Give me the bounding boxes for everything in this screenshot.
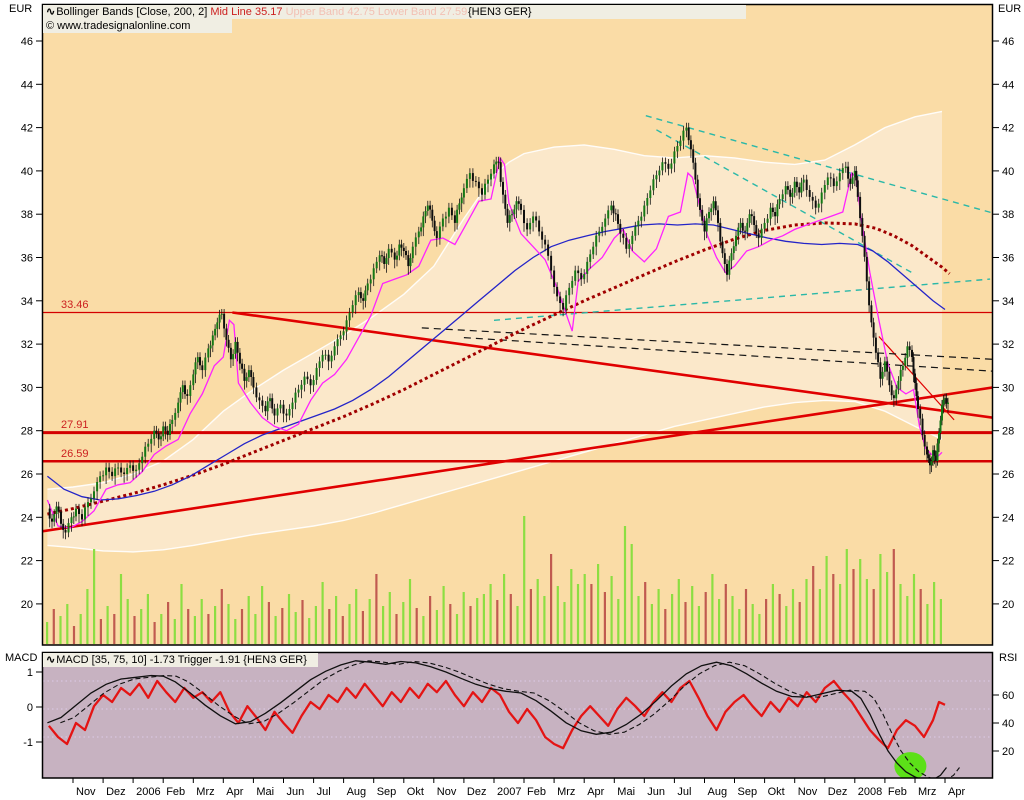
svg-text:0: 0 [27, 702, 33, 714]
svg-text:28: 28 [21, 426, 33, 438]
x-axis-label: Mai [256, 786, 274, 798]
price-level-label: 27.91 [61, 418, 89, 432]
x-axis-label: Jun [647, 786, 665, 798]
x-axis-label: Mrz [557, 786, 575, 798]
x-axis-label: Feb [527, 786, 546, 798]
svg-text:38: 38 [21, 209, 33, 221]
x-axis-label: Mrz [196, 786, 214, 798]
indicator-wave-icon: ∿ [46, 654, 55, 666]
x-axis-label: Aug [347, 786, 367, 798]
macd-panel-background [43, 653, 992, 778]
x-axis-label: Mrz [918, 786, 936, 798]
svg-text:28: 28 [1002, 426, 1014, 438]
x-axis-label: Nov [437, 786, 457, 798]
bollinger-label: Bollinger Bands [Close, 200, 2] [56, 6, 207, 18]
svg-text:36: 36 [1002, 253, 1014, 265]
chart-window: 46 46 44 44 42 42 40 40 38 38 36 36 34 34 32 32 30 30 28 28… [0, 0, 1024, 800]
svg-text:1: 1 [27, 667, 33, 679]
rsi-axis-title: RSI [999, 651, 1017, 665]
price-level-label: 26.59 [61, 447, 89, 461]
x-axis-label: Dez [467, 786, 487, 798]
x-axis-label: Aug [708, 786, 728, 798]
price-level-label: 33.46 [61, 298, 89, 312]
svg-text:44: 44 [21, 79, 33, 91]
svg-text:42: 42 [1002, 123, 1014, 135]
provider-credit[interactable]: © www.tradesignalonline.com [43, 19, 232, 33]
symbol-label: {HEN3 GER} [468, 5, 532, 19]
x-axis-label: Dez [828, 786, 848, 798]
svg-text:40: 40 [1002, 166, 1014, 178]
midline-value-label: Mid Line 35.17 [210, 6, 282, 18]
svg-text:24: 24 [1002, 512, 1014, 524]
x-axis-label: Apr [948, 786, 965, 798]
x-axis-label: Okt [768, 786, 785, 798]
svg-text:32: 32 [1002, 339, 1014, 351]
x-axis-label: 2006 [136, 786, 160, 798]
x-axis-label: 2007 [497, 786, 521, 798]
x-axis-label: Feb [888, 786, 907, 798]
svg-text:46: 46 [1002, 36, 1014, 48]
x-axis-label: Apr [587, 786, 604, 798]
x-axis-label: Feb [166, 786, 185, 798]
svg-text:20: 20 [1002, 746, 1014, 758]
svg-text:20: 20 [1002, 599, 1014, 611]
svg-text:40: 40 [1002, 718, 1014, 730]
svg-text:24: 24 [21, 512, 33, 524]
chart-canvas[interactable]: 46 46 44 44 42 42 40 40 38 38 36 36 34 34 32 32 30 30 28 28… [0, 0, 1024, 800]
svg-text:26: 26 [1002, 469, 1014, 481]
svg-text:44: 44 [1002, 79, 1014, 91]
x-axis-label: Jun [287, 786, 305, 798]
x-axis-label: Jul [317, 786, 331, 798]
x-axis-label: 2008 [858, 786, 882, 798]
x-axis-label: Okt [407, 786, 424, 798]
svg-text:38: 38 [1002, 209, 1014, 221]
svg-text:30: 30 [21, 382, 33, 394]
x-axis-label: Sep [738, 786, 758, 798]
x-axis-label: Nov [798, 786, 818, 798]
macd-label: MACD [35, 75, 10] -1.73 Trigger -1.91 {H… [56, 654, 307, 666]
indicator-wave-icon: ∿ [46, 6, 55, 18]
svg-text:34: 34 [1002, 296, 1014, 308]
x-axis-label: Mai [617, 786, 635, 798]
price-axis-unit-left: EUR [9, 2, 32, 16]
x-axis: Nov Dez 2006 Feb Mrz Apr Mai Jun Jul Aug Sep Okt Nov… [73, 778, 965, 798]
svg-text:60: 60 [1002, 690, 1014, 702]
svg-text:40: 40 [21, 166, 33, 178]
price-indicator-header[interactable]: ∿Bollinger Bands [Close, 200, 2] Mid Lin… [43, 5, 746, 19]
svg-text:42: 42 [21, 123, 33, 135]
svg-text:20: 20 [21, 599, 33, 611]
svg-text:46: 46 [21, 36, 33, 48]
svg-text:36: 36 [21, 253, 33, 265]
svg-text:22: 22 [21, 556, 33, 568]
svg-text:30: 30 [1002, 382, 1014, 394]
macd-indicator-header[interactable]: ∿MACD [35, 75, 10] -1.73 Trigger -1.91 {… [43, 653, 318, 667]
x-axis-label: Jul [677, 786, 691, 798]
svg-text:34: 34 [21, 296, 33, 308]
x-axis-label: Apr [226, 786, 243, 798]
svg-text:26: 26 [21, 469, 33, 481]
x-axis-label: Nov [76, 786, 96, 798]
bands-value-label: Upper Band 42.75 Lower Band 27.59 [286, 6, 468, 18]
svg-text:32: 32 [21, 339, 33, 351]
x-axis-label: Sep [377, 786, 397, 798]
svg-text:22: 22 [1002, 556, 1014, 568]
price-axis-unit-right: EUR [998, 2, 1021, 16]
x-axis-label: Dez [106, 786, 126, 798]
svg-text:-1: -1 [23, 737, 33, 749]
macd-axis-title: MACD [5, 651, 37, 665]
